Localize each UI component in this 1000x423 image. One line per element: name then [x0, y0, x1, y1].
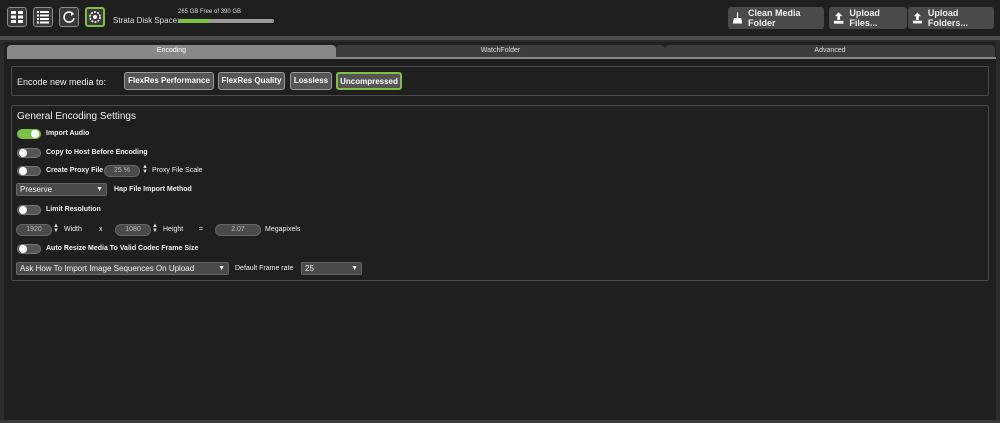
width-label: Width — [64, 226, 82, 233]
equals-label: = — [199, 226, 204, 233]
width-input[interactable]: 1920 — [16, 224, 52, 236]
proxy-scale-label: Proxy File Scale — [152, 167, 203, 174]
settings-icon — [89, 11, 101, 23]
import-audio-label: Import Audio — [46, 130, 90, 137]
auto-resize-toggle[interactable] — [17, 244, 41, 254]
chevron-down-icon: ▼ — [218, 265, 225, 272]
encode-new-media-label: Encode new media to: — [17, 77, 107, 87]
auto-resize-label: Auto Resize Media To Valid Codec Frame S… — [46, 245, 199, 252]
megapixels-label: Megapixels — [265, 226, 301, 233]
refresh-button[interactable] — [59, 7, 79, 27]
tab-underline — [7, 57, 996, 59]
broom-icon — [732, 12, 743, 24]
refresh-icon — [63, 11, 75, 23]
toolbar-divider — [0, 36, 1000, 40]
height-label: Height — [163, 226, 184, 233]
upload-folders-label: Upload Folders... — [927, 8, 968, 28]
upload-icon — [833, 12, 844, 24]
limit-resolution-toggle[interactable] — [17, 205, 41, 215]
tab-encoding[interactable]: Encoding — [7, 45, 336, 57]
copy-to-host-label: Copy to Host Before Encoding — [46, 149, 148, 156]
chevron-down-icon: ▼ — [96, 186, 103, 193]
megapixels-value: 2.07 — [215, 224, 261, 236]
preset-lossless-button[interactable]: Lossless — [290, 72, 332, 90]
proxy-scale-input[interactable]: 25 % — [104, 165, 140, 177]
times-label: x — [99, 226, 103, 233]
upload-files-button[interactable]: Upload Files... — [829, 7, 907, 29]
upload-icon — [912, 12, 922, 24]
upload-files-label: Upload Files... — [849, 8, 880, 28]
hap-method-dropdown[interactable]: Preserve ▼ — [16, 183, 107, 196]
hap-method-label: Hap File Import Method — [114, 186, 192, 193]
limit-resolution-label: Limit Resolution — [46, 206, 101, 213]
settings-panel: Encoding WatchFolder Advanced Encode new… — [4, 42, 996, 420]
tab-watchfolder[interactable]: WatchFolder — [336, 45, 665, 57]
disk-usage-fill — [178, 19, 209, 23]
hap-method-value: Preserve — [20, 185, 53, 194]
image-sequence-dropdown[interactable]: Ask How To Import Image Sequences On Upl… — [16, 262, 229, 275]
preset-flexres-performance-button[interactable]: FlexRes Performance — [124, 72, 214, 90]
top-toolbar: Strata Disk Space: 265 GB Free of 390 GB… — [0, 0, 1000, 36]
grid-icon — [11, 11, 23, 23]
chevron-down-icon: ▼ — [351, 265, 358, 272]
disk-usage-bar — [178, 19, 274, 23]
height-stepper-icon[interactable]: ▲ ▼ — [152, 223, 158, 234]
width-stepper-icon[interactable]: ▲ ▼ — [53, 223, 59, 234]
preset-uncompressed-button[interactable]: Uncompressed — [336, 72, 402, 90]
clean-media-folder-label: Clean Media Folder — [748, 8, 801, 28]
list-view-button[interactable] — [33, 7, 53, 27]
clean-media-folder-button[interactable]: Clean Media Folder — [728, 7, 824, 29]
image-sequence-value: Ask How To Import Image Sequences On Upl… — [20, 264, 195, 273]
proxy-scale-stepper-icon[interactable]: ▲ ▼ — [142, 164, 148, 175]
disk-free-text: 265 GB Free of 390 GB — [178, 9, 242, 15]
tab-advanced[interactable]: Advanced — [665, 45, 995, 57]
frame-rate-value: 25 — [305, 264, 314, 273]
preset-flexres-quality-button[interactable]: FlexRes Quality — [218, 72, 285, 90]
copy-to-host-toggle[interactable] — [17, 148, 41, 158]
settings-button[interactable] — [85, 7, 105, 27]
disk-space-label: Strata Disk Space: — [113, 16, 180, 25]
height-input[interactable]: 1080 — [115, 224, 151, 236]
create-proxy-label: Create Proxy File — [46, 167, 104, 174]
list-icon — [37, 11, 49, 24]
frame-rate-label: Default Frame rate — [235, 265, 294, 272]
general-settings-panel — [11, 105, 989, 281]
general-settings-title: General Encoding Settings — [17, 111, 136, 122]
create-proxy-toggle[interactable] — [17, 166, 41, 176]
upload-folders-button[interactable]: Upload Folders... — [908, 7, 994, 29]
grid-view-button[interactable] — [7, 7, 27, 27]
import-audio-toggle[interactable] — [17, 129, 41, 139]
frame-rate-dropdown[interactable]: 25 ▼ — [301, 262, 362, 275]
